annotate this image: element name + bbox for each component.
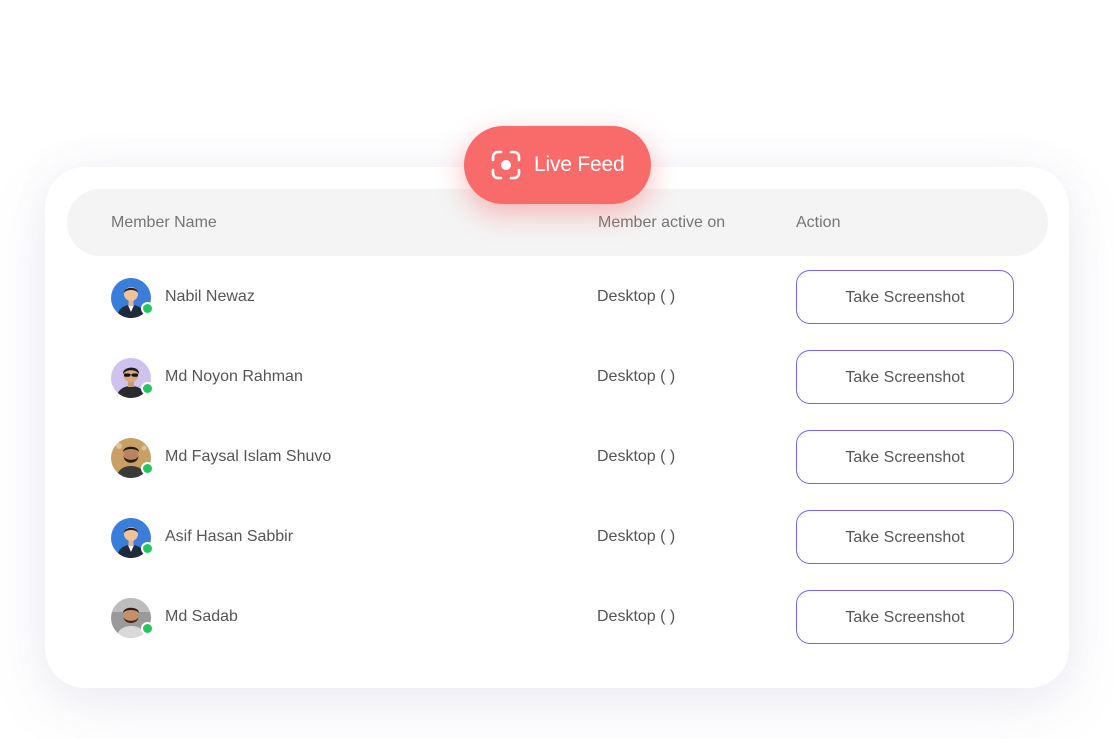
member-name: Nabil Newaz [165,288,255,305]
member-device: Desktop ( ) [597,288,676,305]
avatar [111,598,154,638]
member-name: Md Faysal Islam Shuvo [165,448,332,465]
online-status-dot [141,542,154,555]
take-screenshot-button[interactable]: Take Screenshot [796,590,1014,644]
live-feed-badge[interactable]: Live Feed [464,126,651,204]
take-screenshot-button[interactable]: Take Screenshot [796,510,1014,564]
member-device: Desktop ( ) [597,608,676,625]
members-card: Member Name Member active on Action Nabi… [45,167,1069,688]
header-action: Action [796,214,841,231]
online-status-dot [141,622,154,635]
avatar [111,438,154,478]
focus-camera-icon [490,149,522,181]
member-device: Desktop ( ) [597,368,676,385]
member-device: Desktop ( ) [597,528,676,545]
header-member-name: Member Name [111,214,217,231]
table-row: Md Sadab Desktop ( ) Take Screenshot [45,577,1069,657]
live-feed-label: Live Feed [534,153,625,176]
online-status-dot [141,462,154,475]
table-row: Md Faysal Islam Shuvo Desktop ( ) Take S… [45,417,1069,497]
table-row: Md Noyon Rahman Desktop ( ) Take Screens… [45,337,1069,417]
online-status-dot [141,302,154,315]
avatar [111,518,154,558]
member-name: Md Noyon Rahman [165,368,303,385]
online-status-dot [141,382,154,395]
table-row: Asif Hasan Sabbir Desktop ( ) Take Scree… [45,497,1069,577]
avatar [111,358,154,398]
member-name: Asif Hasan Sabbir [165,528,294,545]
table-row: Nabil Newaz Desktop ( ) Take Screenshot [45,257,1069,337]
member-device: Desktop ( ) [597,448,676,465]
member-name: Md Sadab [165,608,238,625]
take-screenshot-button[interactable]: Take Screenshot [796,430,1014,484]
avatar [111,278,154,318]
take-screenshot-button[interactable]: Take Screenshot [796,270,1014,324]
take-screenshot-button[interactable]: Take Screenshot [796,350,1014,404]
